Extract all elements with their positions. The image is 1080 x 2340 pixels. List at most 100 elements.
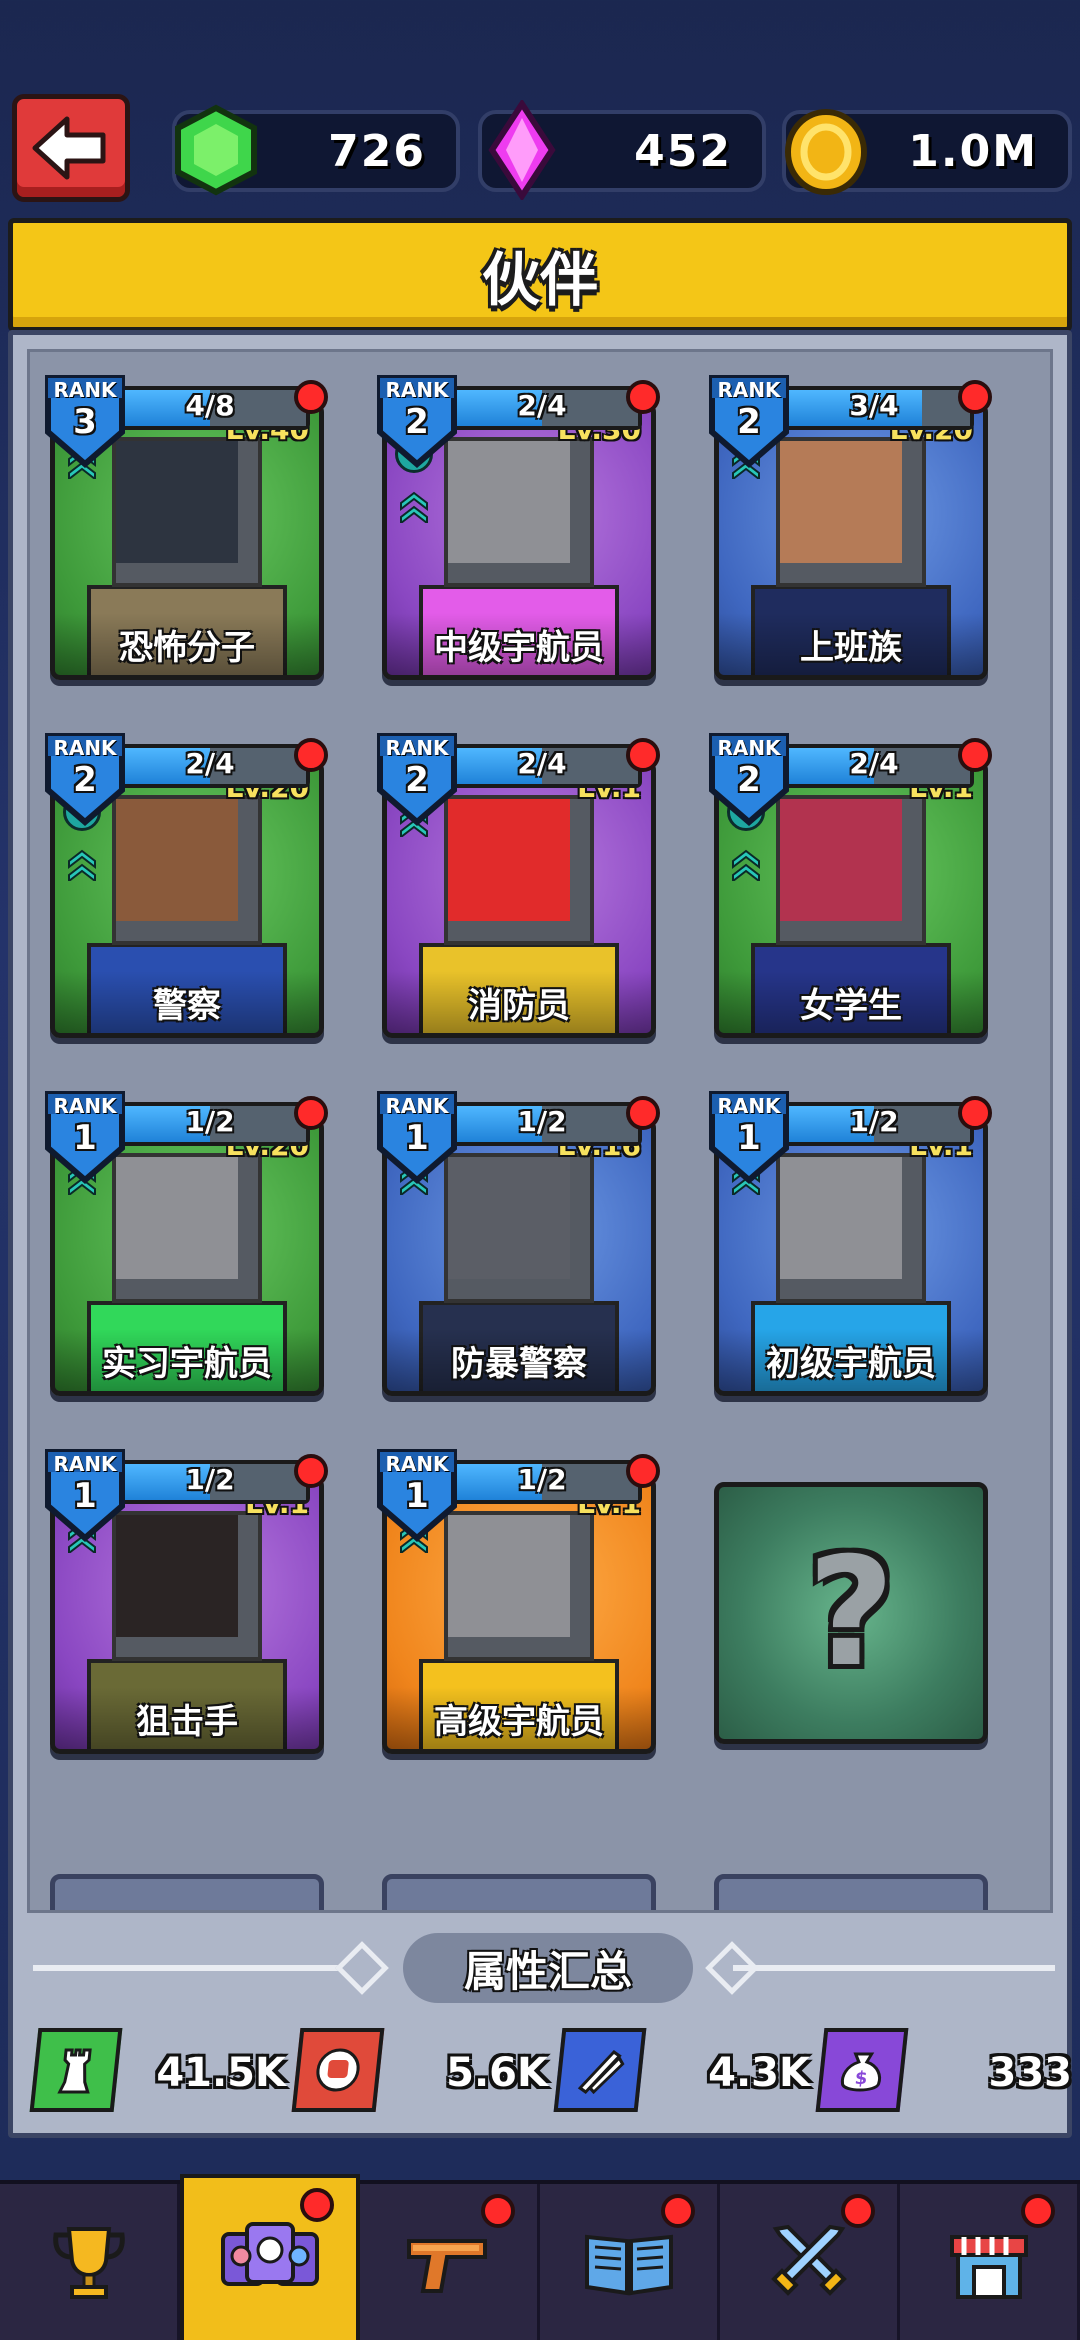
- partner-card[interactable]: Lv.40恐怖分子4/8RANK3: [45, 362, 328, 680]
- progress-text: 3/4: [849, 389, 899, 422]
- pistol-icon: [399, 2217, 499, 2311]
- notification-dot: [958, 1096, 992, 1130]
- rank-label: RANK: [53, 1094, 117, 1118]
- partner-name: 高级宇航员: [434, 1702, 604, 1742]
- rank-label: RANK: [53, 378, 117, 402]
- rank-progress-bar: 3/4: [774, 386, 974, 430]
- character-head: [112, 795, 262, 945]
- top-bar: 726 452 1.0M: [0, 90, 1080, 210]
- rank-badge: RANK 1: [374, 1088, 460, 1184]
- summary-title: 属性汇总: [403, 1933, 693, 2003]
- diamond-ornament-left: [335, 1941, 389, 1995]
- notification-dot: [294, 380, 328, 414]
- partner-name: 消防员: [468, 986, 570, 1026]
- rank-progress-bar: 2/4: [774, 744, 974, 788]
- gem-count: 726: [328, 126, 426, 177]
- partner-name: 狙击手: [136, 1702, 238, 1742]
- stat-item: $333: [815, 2028, 1080, 2118]
- rank-number: 3: [73, 402, 97, 442]
- nav-tab-partners[interactable]: [180, 2174, 360, 2340]
- stat-item: 5.6K: [291, 2028, 556, 2118]
- rank-label: RANK: [385, 1094, 449, 1118]
- partners-icon: [215, 2212, 325, 2306]
- partner-name: 女学生: [800, 986, 902, 1026]
- partner-card[interactable]: Lv.16防暴警察1/2RANK1: [377, 1078, 660, 1396]
- rank-chevron-icon: [68, 849, 96, 881]
- shop-icon: [944, 2217, 1034, 2311]
- partner-card[interactable]: Lv.30+中级宇航员2/4RANK2: [377, 362, 660, 680]
- character-head: [444, 795, 594, 945]
- tower-icon: [29, 2028, 123, 2112]
- partner-card[interactable]: Lv.1初级宇航员1/2RANK1: [709, 1078, 992, 1396]
- stat-value: 41.5K: [156, 2050, 286, 2096]
- notification-dot: [626, 380, 660, 414]
- rank-label: RANK: [53, 1452, 117, 1476]
- partner-name: 上班族: [800, 628, 902, 668]
- partner-card[interactable]: Lv.1消防员2/4RANK2: [377, 720, 660, 1038]
- question-mark-icon: ?: [807, 1526, 895, 1700]
- nav-tab-crossed-swords[interactable]: [720, 2184, 900, 2340]
- partner-grid[interactable]: Lv.40恐怖分子4/8RANK3Lv.30+中级宇航员2/4RANK2Lv.2…: [27, 349, 1053, 1913]
- partner-card[interactable]: Lv.1高级宇航员1/2RANK1: [377, 1436, 660, 1754]
- partner-name: 恐怖分子: [119, 628, 255, 668]
- partner-card[interactable]: Lv.1+女学生2/4RANK2: [709, 720, 992, 1038]
- partner-card[interactable]: Lv.20上班族3/4RANK2: [709, 362, 992, 680]
- locked-partner-card[interactable]: ?: [714, 1482, 988, 1744]
- character-head: [444, 1511, 594, 1661]
- partner-card[interactable]: Lv.20实习宇航员1/2RANK1: [45, 1078, 328, 1396]
- progress-text: 2/4: [517, 747, 567, 780]
- page-title: 伙伴: [481, 246, 598, 314]
- coin-counter[interactable]: 1.0M: [782, 109, 1072, 195]
- svg-text:$: $: [854, 2068, 869, 2089]
- nav-tab-book[interactable]: [540, 2184, 720, 2340]
- progress-text: 1/2: [185, 1105, 235, 1138]
- money-bag-icon: $: [815, 2028, 909, 2112]
- progress-text: 2/4: [517, 389, 567, 422]
- character-head: [444, 1153, 594, 1303]
- rank-badge: RANK 1: [42, 1446, 128, 1542]
- nav-tab-pistol[interactable]: [360, 2184, 540, 2340]
- summary-header: 属性汇总: [13, 1933, 1067, 2003]
- partner-card[interactable]: Lv.1狙击手1/2RANK1: [45, 1436, 328, 1754]
- trophy-icon: [44, 2217, 134, 2311]
- notification-dot: [294, 1096, 328, 1130]
- progress-text: 4/8: [185, 389, 235, 422]
- partner-card-partial[interactable]: [50, 1874, 324, 1910]
- progress-text: 1/2: [517, 1463, 567, 1496]
- partner-name: 防暴警察: [451, 1344, 587, 1384]
- back-button[interactable]: [12, 94, 130, 202]
- notification-dot: [841, 2194, 875, 2228]
- notification-dot: [958, 738, 992, 772]
- progress-text: 1/2: [185, 1463, 235, 1496]
- nav-tab-shop[interactable]: [900, 2184, 1080, 2340]
- partner-card-partial[interactable]: [382, 1874, 656, 1910]
- stat-value: 5.6K: [446, 2050, 548, 2096]
- rank-badge: RANK 1: [706, 1088, 792, 1184]
- rank-progress-bar: 2/4: [442, 386, 642, 430]
- ammo-icon: [553, 2028, 647, 2112]
- nav-tab-trophy[interactable]: [0, 2184, 180, 2340]
- stat-value: 4.3K: [708, 2050, 810, 2096]
- partner-card-partial[interactable]: [714, 1874, 988, 1910]
- rank-label: RANK: [385, 378, 449, 402]
- gem-counter[interactable]: 726: [172, 104, 460, 196]
- notification-dot: [661, 2194, 695, 2228]
- summary-divider-left: [33, 1965, 363, 1971]
- rank-badge: RANK 2: [706, 372, 792, 468]
- stat-value: 333: [988, 2050, 1073, 2096]
- rank-progress-bar: 1/2: [110, 1460, 310, 1504]
- rank-number: 1: [737, 1118, 761, 1158]
- summary-divider-right: [733, 1965, 1055, 1971]
- stat-item: 4.3K: [553, 2028, 818, 2118]
- partner-card[interactable]: Lv.20+警察2/4RANK2: [45, 720, 328, 1038]
- rank-label: RANK: [385, 736, 449, 760]
- rank-number: 1: [73, 1118, 97, 1158]
- character-head: [112, 1511, 262, 1661]
- coin-count: 1.0M: [908, 126, 1038, 177]
- book-icon: [579, 2217, 679, 2311]
- crystal-counter[interactable]: 452: [478, 100, 766, 200]
- rank-progress-bar: 1/2: [110, 1102, 310, 1146]
- gold-coin-icon: [785, 109, 867, 195]
- rank-badge: RANK 2: [706, 730, 792, 826]
- partner-name: 实习宇航员: [102, 1344, 272, 1384]
